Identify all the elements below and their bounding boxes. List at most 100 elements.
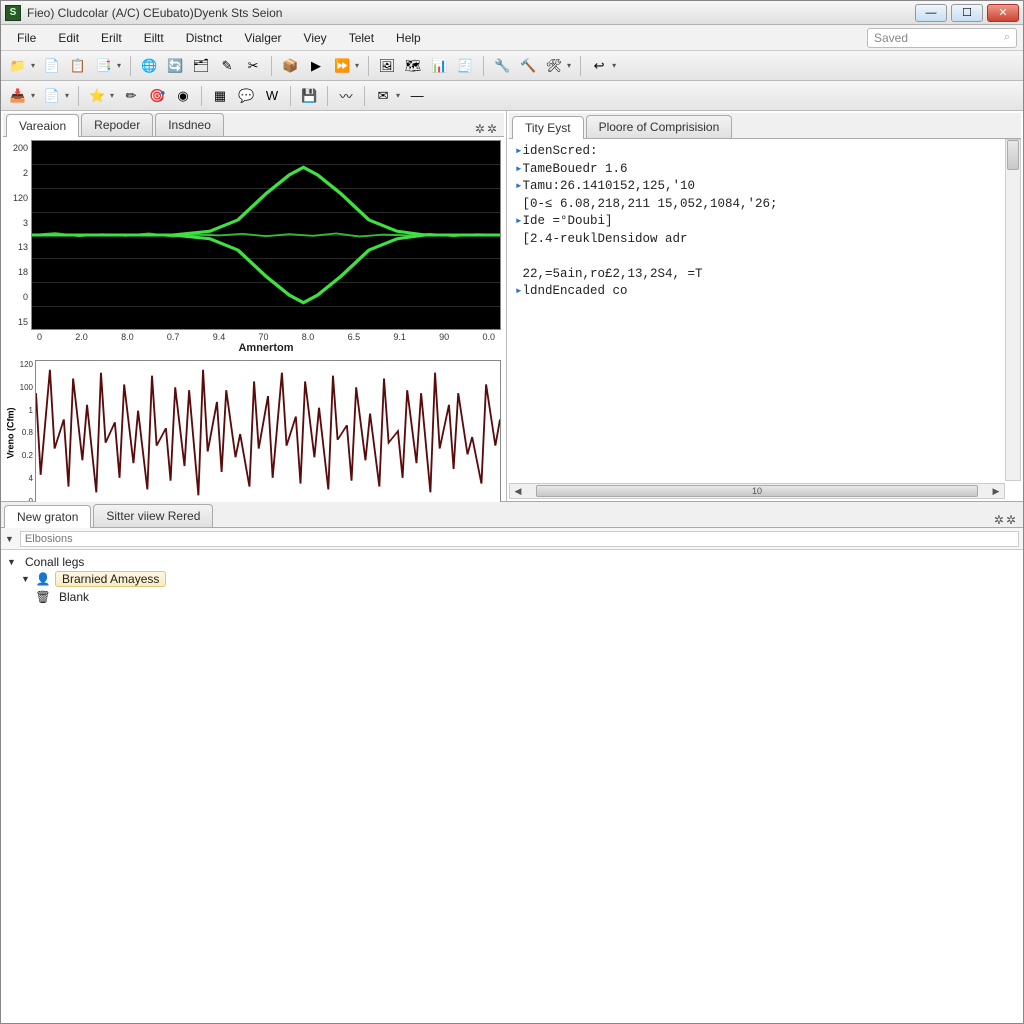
separator	[364, 86, 365, 106]
gear-icon[interactable]: ✲	[487, 122, 497, 136]
trash-icon: 🗑	[35, 589, 51, 605]
chevron-down-icon[interactable]: ▾	[110, 91, 114, 100]
chart-area: 200 2 120 3 13 18 0 15	[3, 137, 504, 534]
tool-ff-icon[interactable]: ⏩	[331, 55, 353, 77]
chevron-down-icon[interactable]: ▾	[612, 61, 616, 70]
menu-help[interactable]: Help	[386, 28, 431, 48]
chevron-down-icon[interactable]: ▾	[65, 91, 69, 100]
gear-icon[interactable]: ✲	[1006, 513, 1016, 527]
tree-label: Brarnied Amayess	[55, 571, 166, 587]
titlebar: S Fieo) Cludcolar (A/C) CEubato)Dyenk St…	[1, 1, 1023, 25]
tool-hammer-icon[interactable]: 🔨	[517, 55, 539, 77]
tab-insdneo[interactable]: Insdneo	[155, 113, 224, 136]
tool-image-icon[interactable]: 🖼	[376, 55, 398, 77]
filter-row: ▼	[1, 528, 1023, 550]
tool-save-icon[interactable]: 💾	[298, 85, 320, 107]
tool-doc-icon[interactable]: 📄	[41, 55, 63, 77]
tool-w-icon[interactable]: W	[261, 85, 283, 107]
chart-upper-xlabel: Amnertom	[31, 342, 501, 354]
toolbar-secondary: 📥▾ 📄▾ ⭐▾ ✏ 🎯 ◉ ▦ 💬 W 💾 〰 ✉▾ —	[1, 81, 1023, 111]
tree-item[interactable]: 🗑 Blank	[35, 588, 1017, 606]
tab-new-graton[interactable]: New graton	[4, 505, 91, 528]
gear-icon[interactable]: ✲	[475, 122, 485, 136]
filter-input[interactable]	[20, 531, 1019, 547]
search-box[interactable]: Saved ⌕	[867, 28, 1017, 48]
tool-clip-icon[interactable]: 📋	[67, 55, 89, 77]
scroll-thumb[interactable]	[1007, 140, 1019, 170]
tool-wrench-icon[interactable]: 🔧	[491, 55, 513, 77]
tab-sitter-view[interactable]: Sitter viiew Rered	[93, 504, 213, 527]
scroll-left-icon[interactable]: ◀	[510, 486, 526, 497]
minimize-button[interactable]: —	[915, 4, 947, 22]
tool-play-icon[interactable]: ▶	[305, 55, 327, 77]
tool-doc2-icon[interactable]: 📄	[41, 85, 63, 107]
chevron-down-icon[interactable]: ▾	[31, 61, 35, 70]
tool-undo-icon[interactable]: ↩	[588, 55, 610, 77]
chart-lower[interactable]	[35, 360, 501, 508]
tool-map-icon[interactable]: 🗺	[402, 55, 424, 77]
menu-vialger[interactable]: Vialger	[234, 28, 291, 48]
tree-root[interactable]: ▼ Conall legs	[7, 554, 1017, 570]
tool-cut-icon[interactable]: ✂	[242, 55, 264, 77]
menu-eiltt[interactable]: Eiltt	[134, 28, 174, 48]
tool-page-icon[interactable]: 📑	[93, 55, 115, 77]
tree-item[interactable]: ▼ 👤 Brarnied Amayess	[21, 570, 1017, 588]
search-placeholder: Saved	[874, 31, 908, 45]
tab-tity-eyst[interactable]: Tity Eyst	[512, 116, 584, 139]
scroll-right-icon[interactable]: ▶	[988, 486, 1004, 497]
expand-icon[interactable]: ▼	[21, 574, 31, 584]
tool-globe-icon[interactable]: 🌐	[138, 55, 160, 77]
right-tabstrip: Tity Eyst Ploore of Comprisision	[509, 113, 1021, 139]
tool-tools-icon[interactable]: 🛠	[543, 55, 565, 77]
scroll-thumb[interactable]: 10	[536, 485, 978, 497]
code-pane[interactable]: ▸idenScred: ▸TameBouedr 1.6 ▸Tamu:26.141…	[509, 139, 1021, 499]
chevron-down-icon[interactable]: ▾	[355, 61, 359, 70]
menu-edit[interactable]: Edit	[48, 28, 89, 48]
scrollbar-vertical[interactable]	[1005, 139, 1021, 481]
menu-erilt[interactable]: Erilt	[91, 28, 132, 48]
menu-viey[interactable]: Viey	[294, 28, 337, 48]
tree-label: Conall legs	[21, 555, 88, 569]
tool-chat-icon[interactable]: 💬	[235, 85, 257, 107]
tab-repoder[interactable]: Repoder	[81, 113, 153, 136]
menu-telet[interactable]: Telet	[339, 28, 384, 48]
tool-record-icon[interactable]: ◉	[172, 85, 194, 107]
tool-mail-icon[interactable]: ✉	[372, 85, 394, 107]
chevron-down-icon[interactable]: ▾	[396, 91, 400, 100]
tool-chart-icon[interactable]: 📊	[428, 55, 450, 77]
tool-pack-icon[interactable]: 📦	[279, 55, 301, 77]
tool-star-icon[interactable]: ⭐	[86, 85, 108, 107]
tool-pencil-icon[interactable]: ✏	[120, 85, 142, 107]
separator	[201, 86, 202, 106]
toolbar-primary: 📁▾ 📄 📋 📑▾ 🌐 🔄 🗂 ✎ ✂ 📦 ▶ ⏩▾ 🖼 🗺 📊 🧾 🔧 🔨 🛠…	[1, 51, 1023, 81]
expand-icon[interactable]: ▼	[7, 557, 17, 567]
tool-inbox-icon[interactable]: 📥	[7, 85, 29, 107]
maximize-button[interactable]: ☐	[951, 4, 983, 22]
chart-pane: Vareaion Repoder Insdneo ✲ ✲ 200	[1, 111, 507, 501]
tool-dash-icon[interactable]: —	[406, 85, 428, 107]
menu-distnct[interactable]: Distnct	[176, 28, 233, 48]
tool-receipt-icon[interactable]: 🧾	[454, 55, 476, 77]
chart-upper[interactable]: 200 2 120 3 13 18 0 15	[31, 140, 501, 330]
tool-wave-icon[interactable]: 〰	[335, 85, 357, 107]
left-tabstrip: Vareaion Repoder Insdneo ✲ ✲	[3, 113, 504, 137]
gear-icon[interactable]: ✲	[994, 513, 1004, 527]
tool-grid-icon[interactable]: ▦	[209, 85, 231, 107]
tool-refresh-icon[interactable]: 🔄	[164, 55, 186, 77]
separator	[368, 56, 369, 76]
chevron-down-icon[interactable]: ▾	[31, 91, 35, 100]
tab-ploore[interactable]: Ploore of Comprisision	[586, 115, 733, 138]
close-button[interactable]: ✕	[987, 4, 1019, 22]
tool-open-icon[interactable]: 📁	[7, 55, 29, 77]
chevron-down-icon[interactable]: ▾	[567, 61, 571, 70]
tool-tabs-icon[interactable]: 🗂	[190, 55, 212, 77]
scrollbar-horizontal[interactable]: ◀ 10 ▶	[509, 483, 1005, 499]
collapse-icon[interactable]: ▼	[5, 534, 14, 544]
tool-target-icon[interactable]: 🎯	[146, 85, 168, 107]
tool-edit-icon[interactable]: ✎	[216, 55, 238, 77]
window-title: Fieo) Cludcolar (A/C) CEubato)Dyenk Sts …	[27, 6, 915, 20]
tab-vareaion[interactable]: Vareaion	[6, 114, 79, 137]
chart-lower-yaxis: 120 100 1 0.8 0.2 4 0	[17, 358, 35, 508]
chevron-down-icon[interactable]: ▾	[117, 61, 121, 70]
menu-file[interactable]: File	[7, 28, 46, 48]
